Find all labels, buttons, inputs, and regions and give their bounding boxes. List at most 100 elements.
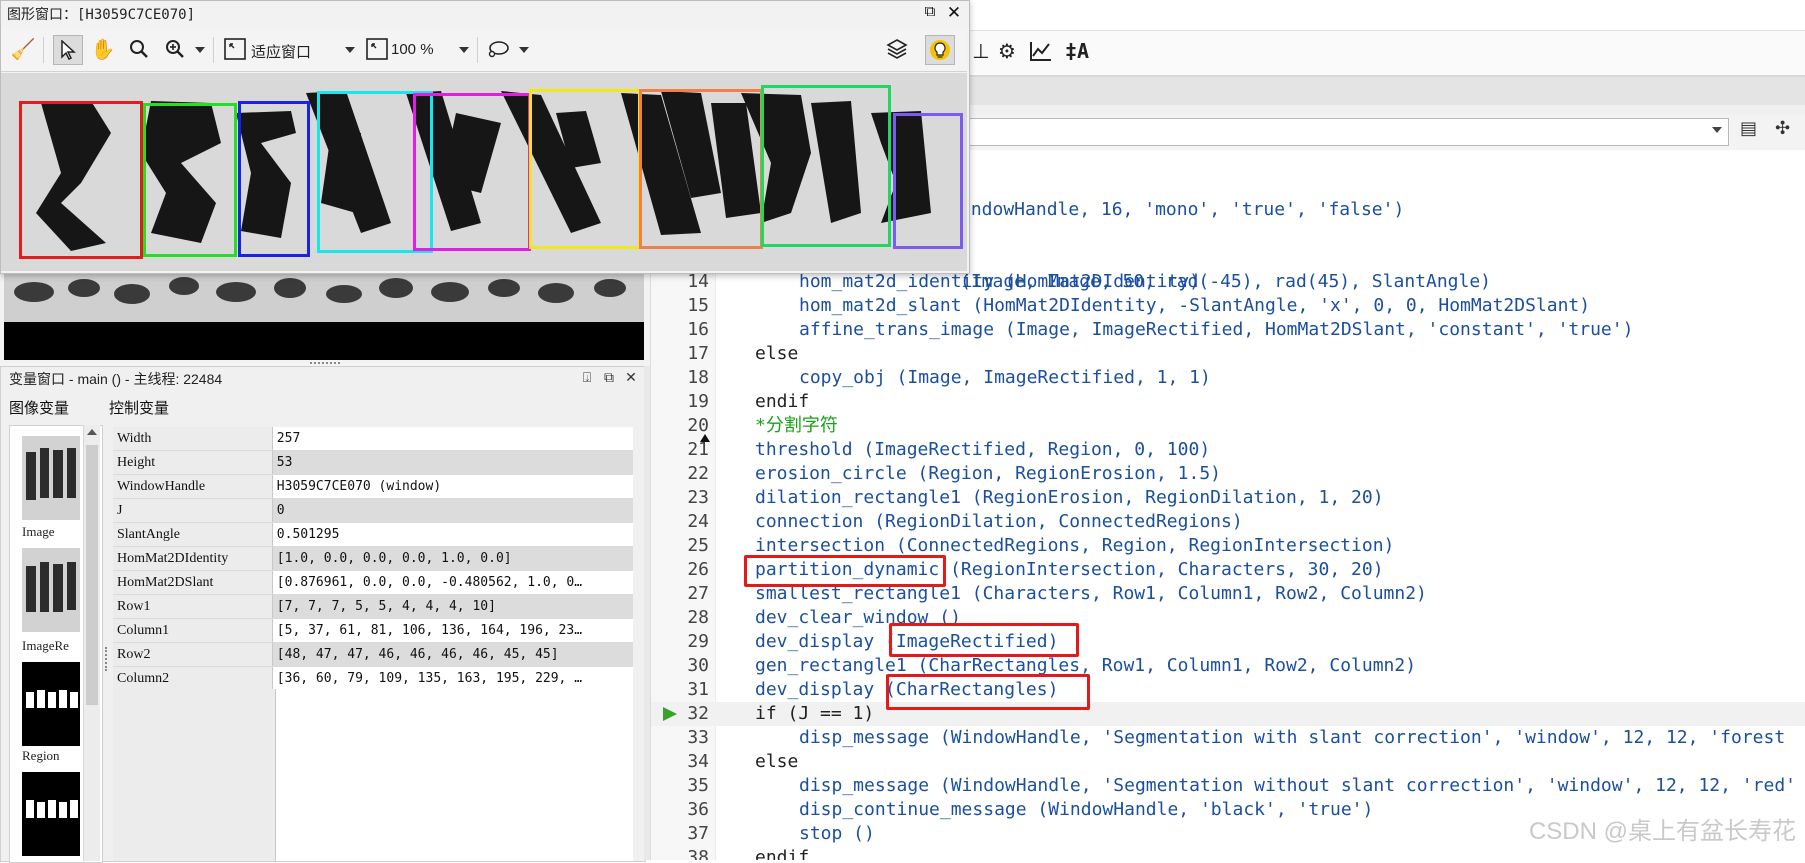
code-text: dilation_rectangle1 (RegionErosion, Regi… [755,487,1384,508]
thumbnail-region-2[interactable] [22,772,80,856]
code-line-28[interactable]: 28 dev_clear_window () [651,606,1805,630]
table-row[interactable]: Column2 [36, 60, 79, 109, 135, 163, 195, … [113,666,633,691]
code-line-23[interactable]: 23 dilation_rectangle1 (RegionErosion, Re… [651,486,1805,510]
table-row[interactable]: SlantAngle 0.501295 [113,522,633,547]
variable-window-title: 变量窗口 - main () - 主线程: 22484 [9,371,223,387]
thumbnail-image[interactable] [22,436,80,520]
code-line-38[interactable]: 38 endif [651,846,1805,860]
zoom-level-label[interactable]: 100 % [391,41,434,58]
table-row[interactable]: Width 257 [113,427,633,451]
watermark: CSDN @桌上有盆长寿花 [1528,818,1796,845]
panel-splitter[interactable] [105,647,110,671]
restore-icon[interactable]: ⧉ [601,369,617,385]
hand-pan-icon[interactable]: ✋ [89,35,117,63]
line-number: 15 [687,295,709,316]
var-name: WindowHandle [113,474,273,499]
code-text: erosion_circle (Region, RegionErosion, 1… [755,463,1221,484]
var-name: Column1 [113,618,273,643]
line-number: 16 [687,319,709,340]
chevron-down-icon[interactable] [459,47,469,53]
procedure-interface-icon[interactable]: ▤ [1740,118,1766,144]
code-line-22[interactable]: 22 erosion_circle (Region, RegionErosion,… [651,462,1805,486]
ide-toolbar [968,31,1805,77]
code-line-33[interactable]: 33 disp_message (WindowHandle, 'Segmentat… [651,726,1805,750]
zoom-box-icon[interactable] [363,35,391,63]
ide-strip [968,77,1805,105]
chevron-down-icon[interactable] [345,47,355,53]
clear-breakpoints-icon[interactable]: ✣ [1775,118,1801,144]
line-number: 23 [687,487,709,508]
thumbnail-image-rectified[interactable] [22,548,80,632]
code-line-15[interactable]: 15 hom_mat2d_slant (HomMat2DIdentity, -Sl… [651,294,1805,318]
table-row[interactable]: HomMat2DIdentity [1.0, 0.0, 0.0, 0.0, 1.0… [113,546,633,571]
tab-image-variables[interactable]: 图像变量 [9,397,69,418]
line-number: 17 [687,343,709,364]
table-row[interactable]: Row1 [7, 7, 7, 5, 5, 4, 4, 4, 10] [113,594,633,619]
procedure-select[interactable] [968,118,1729,146]
gauge-icon[interactable]: ⚙ [994,38,1020,64]
ide-menubar [968,0,1805,31]
code-line-34[interactable]: 34 else [651,750,1805,774]
character-box [19,101,143,259]
plot-icon[interactable] [1028,38,1054,64]
background-image-strip [4,270,644,322]
table-row[interactable]: HomMat2DSlant [0.876961, 0.0, 0.0, -0.480… [113,570,633,595]
code-line-18[interactable]: 18 copy_obj (Image, ImageRectified, 1, 1) [651,366,1805,390]
pin-icon[interactable]: ⍗ [579,369,595,385]
code-line-30[interactable]: 30 gen_rectangle1 (CharRectangles, Row1, … [651,654,1805,678]
code-line-16[interactable]: 16 affine_trans_image (Image, ImageRectif… [651,318,1805,342]
pointer-icon[interactable] [53,35,83,65]
code-line-20[interactable]: 20 *分割字符 [651,414,1805,438]
fit-window-icon[interactable] [221,35,249,63]
line-number: 34 [687,751,709,772]
table-row[interactable]: Height 53 [113,450,633,475]
code-text: connection (RegionDilation, ConnectedReg… [755,511,1243,532]
line-number: 26 [687,559,709,580]
fit-window-label[interactable]: 适应窗口 [251,41,311,62]
table-row[interactable]: WindowHandle H3059C7CE070 (window) [113,474,633,499]
tab-control-variables[interactable]: 控制变量 [109,397,169,418]
zoom-in-icon[interactable] [161,35,189,63]
var-value: H3059C7CE070 (window) [272,474,633,499]
var-value: 0 [272,498,633,523]
var-value: [1.0, 0.0, 0.0, 0.0, 1.0, 0.0] [272,546,633,571]
code-line-31[interactable]: 31 dev_display (CharRectangles) [651,678,1805,702]
var-value: 257 [272,427,633,451]
clear-broom-icon[interactable]: 🧹 [9,35,37,63]
code-line-24[interactable]: 24 connection (RegionDilation, ConnectedR… [651,510,1805,534]
scroll-up-icon[interactable] [87,429,97,435]
draw-shape-icon[interactable] [485,35,513,63]
close-icon[interactable]: ✕ [623,369,639,385]
chevron-down-icon[interactable] [195,47,205,53]
var-value: [0.876961, 0.0, 0.0, -0.480562, 1.0, 0… [272,570,633,595]
code-text: indowHandle, 16, 'mono', 'true', 'false'… [960,199,1405,220]
scroll-thumb[interactable] [86,445,98,705]
code-line-21[interactable]: 21 threshold (ImageRectified, Region, 0, … [651,438,1805,462]
thumbnail-scrollbar[interactable] [83,425,100,861]
table-name-column-empty [113,689,276,861]
var-name: Row1 [113,594,273,619]
line-number: 33 [687,727,709,748]
code-line-17[interactable]: 17 else [651,342,1805,366]
magnifier-icon[interactable] [125,35,153,63]
restore-icon[interactable]: ⧉ [921,3,939,21]
table-row[interactable]: Column1 [5, 37, 61, 81, 106, 136, 164, 19… [113,618,633,643]
code-line-35[interactable]: 35 disp_message (WindowHandle, 'Segmentat… [651,774,1805,798]
chevron-down-icon[interactable] [519,47,529,53]
thumbnail-region[interactable] [22,662,80,746]
code-line-19[interactable]: 19 endif [651,390,1805,414]
splitter-marker-icon [700,434,710,442]
lightbulb-icon[interactable] [925,35,955,65]
table-row[interactable]: J0 [113,498,633,523]
close-icon[interactable]: ✕ [945,3,963,22]
tool-icon[interactable]: ⊥ [968,38,994,64]
thumbnail-label: ImageRe [22,638,69,653]
code-line-29[interactable]: 29 dev_display (ImageRectified) [651,630,1805,654]
graphics-canvas[interactable] [1,73,967,271]
table-row[interactable]: Row2 [48, 47, 47, 46, 46, 46, 46, 45, 45] [113,642,633,667]
layers-icon[interactable] [883,35,911,63]
panel-divider[interactable] [644,366,650,860]
code-comment: *分割字符 [755,415,838,436]
code-line-32-current[interactable]: 32 if (J == 1) [651,702,1805,726]
font-icon[interactable]: ‡A [1064,38,1090,64]
